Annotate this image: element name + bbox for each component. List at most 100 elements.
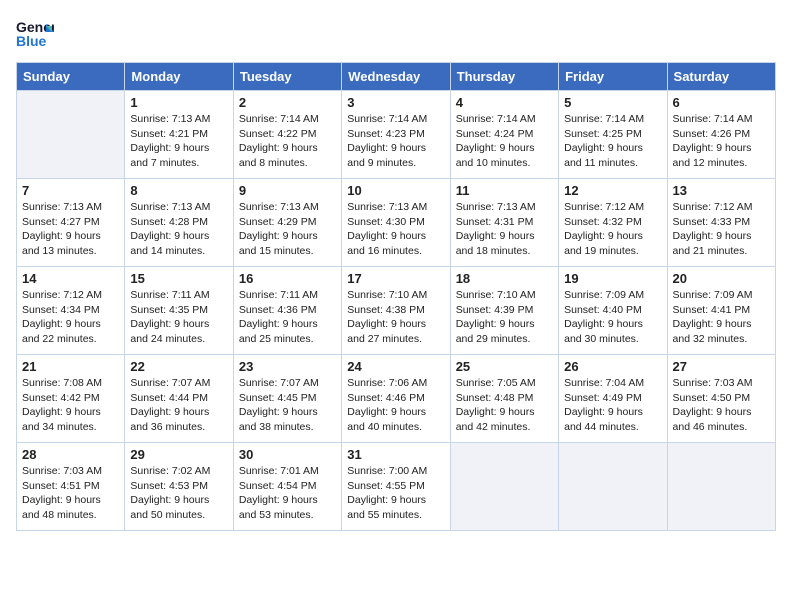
day-number: 2 [239, 95, 336, 110]
calendar-week-row: 14 Sunrise: 7:12 AMSunset: 4:34 PMDayligh… [17, 267, 776, 355]
cell-info: Sunrise: 7:11 AMSunset: 4:35 PMDaylight:… [130, 288, 227, 347]
day-number: 16 [239, 271, 336, 286]
cell-info: Sunrise: 7:07 AMSunset: 4:45 PMDaylight:… [239, 376, 336, 435]
cell-info: Sunrise: 7:13 AMSunset: 4:28 PMDaylight:… [130, 200, 227, 259]
cell-info: Sunrise: 7:13 AMSunset: 4:30 PMDaylight:… [347, 200, 444, 259]
cell-info: Sunrise: 7:14 AMSunset: 4:22 PMDaylight:… [239, 112, 336, 171]
calendar-cell: 28 Sunrise: 7:03 AMSunset: 4:51 PMDayligh… [17, 443, 125, 531]
day-number: 21 [22, 359, 119, 374]
general-blue-logo-icon: General Blue [16, 16, 54, 54]
calendar-cell: 24 Sunrise: 7:06 AMSunset: 4:46 PMDayligh… [342, 355, 450, 443]
cell-info: Sunrise: 7:09 AMSunset: 4:40 PMDaylight:… [564, 288, 661, 347]
cell-info: Sunrise: 7:12 AMSunset: 4:34 PMDaylight:… [22, 288, 119, 347]
header-sunday: Sunday [17, 63, 125, 91]
calendar-week-row: 21 Sunrise: 7:08 AMSunset: 4:42 PMDayligh… [17, 355, 776, 443]
cell-info: Sunrise: 7:01 AMSunset: 4:54 PMDaylight:… [239, 464, 336, 523]
day-number: 11 [456, 183, 553, 198]
calendar-cell: 10 Sunrise: 7:13 AMSunset: 4:30 PMDayligh… [342, 179, 450, 267]
cell-info: Sunrise: 7:10 AMSunset: 4:39 PMDaylight:… [456, 288, 553, 347]
header-saturday: Saturday [667, 63, 775, 91]
cell-info: Sunrise: 7:14 AMSunset: 4:24 PMDaylight:… [456, 112, 553, 171]
calendar-cell [559, 443, 667, 531]
cell-info: Sunrise: 7:12 AMSunset: 4:32 PMDaylight:… [564, 200, 661, 259]
calendar-cell: 31Sunrise: 7:00 AMSunset: 4:55 PMDayligh… [342, 443, 450, 531]
day-number: 25 [456, 359, 553, 374]
cell-info: Sunrise: 7:13 AMSunset: 4:29 PMDaylight:… [239, 200, 336, 259]
day-number: 30 [239, 447, 336, 462]
calendar-cell: 26 Sunrise: 7:04 AMSunset: 4:49 PMDayligh… [559, 355, 667, 443]
calendar-cell [450, 443, 558, 531]
calendar-cell: 7 Sunrise: 7:13 AMSunset: 4:27 PMDaylight… [17, 179, 125, 267]
day-number: 9 [239, 183, 336, 198]
day-number: 6 [673, 95, 770, 110]
calendar-cell: 16 Sunrise: 7:11 AMSunset: 4:36 PMDayligh… [233, 267, 341, 355]
day-number: 29 [130, 447, 227, 462]
day-number: 24 [347, 359, 444, 374]
cell-info: Sunrise: 7:00 AMSunset: 4:55 PMDaylight:… [347, 464, 444, 523]
calendar-table: SundayMondayTuesdayWednesdayThursdayFrid… [16, 62, 776, 531]
day-number: 7 [22, 183, 119, 198]
calendar-cell: 18 Sunrise: 7:10 AMSunset: 4:39 PMDayligh… [450, 267, 558, 355]
day-number: 17 [347, 271, 444, 286]
calendar-week-row: 7 Sunrise: 7:13 AMSunset: 4:27 PMDaylight… [17, 179, 776, 267]
cell-info: Sunrise: 7:05 AMSunset: 4:48 PMDaylight:… [456, 376, 553, 435]
calendar-cell: 27Sunrise: 7:03 AMSunset: 4:50 PMDayligh… [667, 355, 775, 443]
cell-info: Sunrise: 7:04 AMSunset: 4:49 PMDaylight:… [564, 376, 661, 435]
calendar-cell: 2 Sunrise: 7:14 AMSunset: 4:22 PMDaylight… [233, 91, 341, 179]
day-number: 15 [130, 271, 227, 286]
calendar-cell: 15 Sunrise: 7:11 AMSunset: 4:35 PMDayligh… [125, 267, 233, 355]
day-number: 14 [22, 271, 119, 286]
day-number: 27 [673, 359, 770, 374]
calendar-cell: 4Sunrise: 7:14 AMSunset: 4:24 PMDaylight… [450, 91, 558, 179]
cell-info: Sunrise: 7:13 AMSunset: 4:27 PMDaylight:… [22, 200, 119, 259]
cell-info: Sunrise: 7:09 AMSunset: 4:41 PMDaylight:… [673, 288, 770, 347]
cell-info: Sunrise: 7:13 AMSunset: 4:21 PMDaylight:… [130, 112, 227, 171]
cell-info: Sunrise: 7:03 AMSunset: 4:51 PMDaylight:… [22, 464, 119, 523]
calendar-cell [17, 91, 125, 179]
day-number: 26 [564, 359, 661, 374]
day-number: 20 [673, 271, 770, 286]
day-number: 13 [673, 183, 770, 198]
calendar-cell: 25 Sunrise: 7:05 AMSunset: 4:48 PMDayligh… [450, 355, 558, 443]
calendar-cell: 5Sunrise: 7:14 AMSunset: 4:25 PMDaylight… [559, 91, 667, 179]
cell-info: Sunrise: 7:13 AMSunset: 4:31 PMDaylight:… [456, 200, 553, 259]
day-number: 18 [456, 271, 553, 286]
calendar-cell: 6Sunrise: 7:14 AMSunset: 4:26 PMDaylight… [667, 91, 775, 179]
calendar-cell [667, 443, 775, 531]
calendar-cell: 29 Sunrise: 7:02 AMSunset: 4:53 PMDayligh… [125, 443, 233, 531]
header-tuesday: Tuesday [233, 63, 341, 91]
day-number: 28 [22, 447, 119, 462]
calendar-cell: 30 Sunrise: 7:01 AMSunset: 4:54 PMDayligh… [233, 443, 341, 531]
calendar-cell: 17 Sunrise: 7:10 AMSunset: 4:38 PMDayligh… [342, 267, 450, 355]
day-number: 10 [347, 183, 444, 198]
calendar-cell: 3Sunrise: 7:14 AMSunset: 4:23 PMDaylight… [342, 91, 450, 179]
cell-info: Sunrise: 7:06 AMSunset: 4:46 PMDaylight:… [347, 376, 444, 435]
day-number: 23 [239, 359, 336, 374]
calendar-cell: 20 Sunrise: 7:09 AMSunset: 4:41 PMDayligh… [667, 267, 775, 355]
page-header: General Blue [16, 16, 776, 54]
calendar-cell: 23 Sunrise: 7:07 AMSunset: 4:45 PMDayligh… [233, 355, 341, 443]
cell-info: Sunrise: 7:11 AMSunset: 4:36 PMDaylight:… [239, 288, 336, 347]
cell-info: Sunrise: 7:10 AMSunset: 4:38 PMDaylight:… [347, 288, 444, 347]
day-number: 5 [564, 95, 661, 110]
calendar-cell: 13 Sunrise: 7:12 AMSunset: 4:33 PMDayligh… [667, 179, 775, 267]
day-number: 22 [130, 359, 227, 374]
calendar-cell: 9 Sunrise: 7:13 AMSunset: 4:29 PMDaylight… [233, 179, 341, 267]
calendar-cell: 19Sunrise: 7:09 AMSunset: 4:40 PMDayligh… [559, 267, 667, 355]
calendar-cell: 8Sunrise: 7:13 AMSunset: 4:28 PMDaylight… [125, 179, 233, 267]
logo: General Blue [16, 16, 54, 54]
calendar-cell: 1 Sunrise: 7:13 AMSunset: 4:21 PMDaylight… [125, 91, 233, 179]
calendar-cell: 22Sunrise: 7:07 AMSunset: 4:44 PMDayligh… [125, 355, 233, 443]
calendar-week-row: 28 Sunrise: 7:03 AMSunset: 4:51 PMDayligh… [17, 443, 776, 531]
header-thursday: Thursday [450, 63, 558, 91]
calendar-week-row: 1 Sunrise: 7:13 AMSunset: 4:21 PMDaylight… [17, 91, 776, 179]
header-wednesday: Wednesday [342, 63, 450, 91]
cell-info: Sunrise: 7:12 AMSunset: 4:33 PMDaylight:… [673, 200, 770, 259]
day-number: 12 [564, 183, 661, 198]
svg-text:Blue: Blue [16, 33, 47, 49]
cell-info: Sunrise: 7:02 AMSunset: 4:53 PMDaylight:… [130, 464, 227, 523]
day-number: 1 [130, 95, 227, 110]
calendar-cell: 12 Sunrise: 7:12 AMSunset: 4:32 PMDayligh… [559, 179, 667, 267]
header-monday: Monday [125, 63, 233, 91]
cell-info: Sunrise: 7:08 AMSunset: 4:42 PMDaylight:… [22, 376, 119, 435]
